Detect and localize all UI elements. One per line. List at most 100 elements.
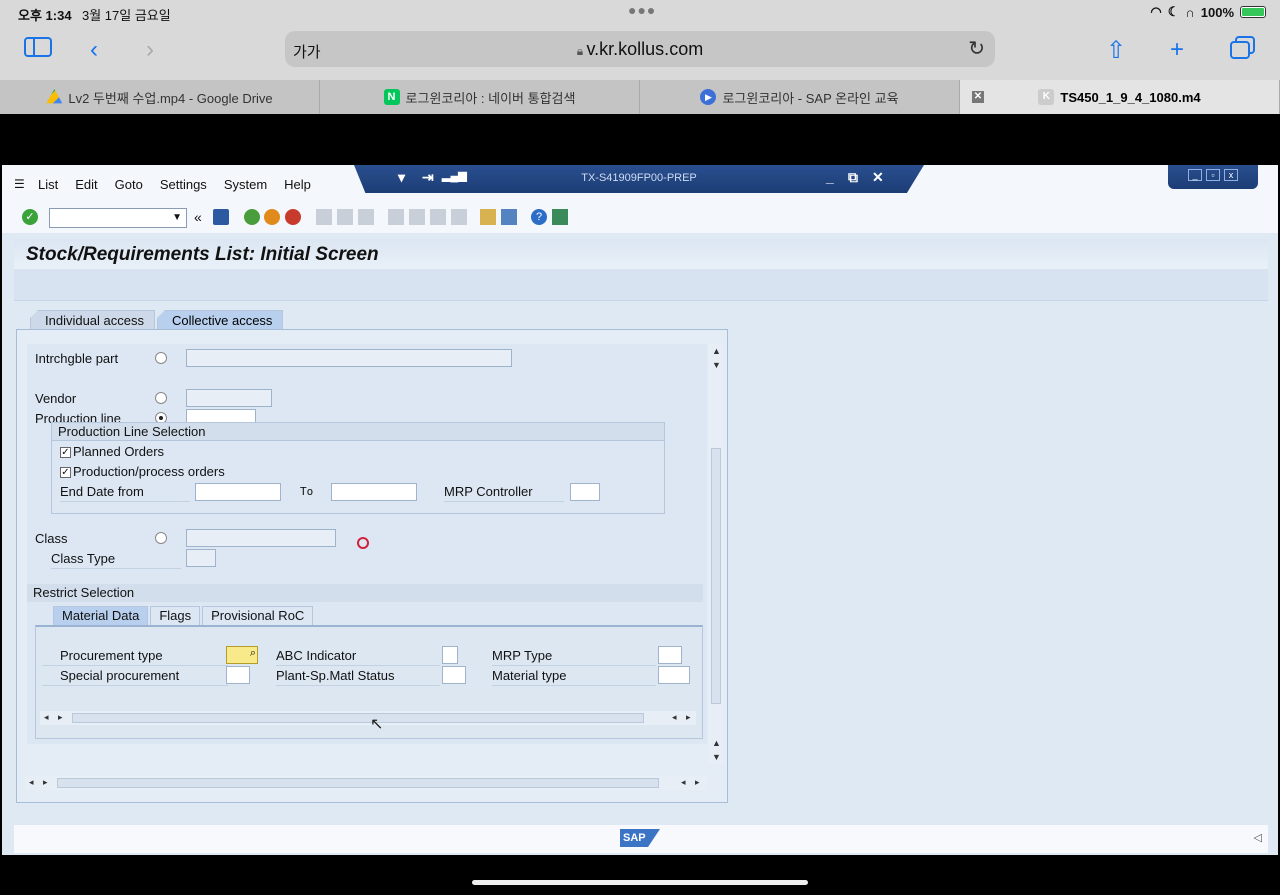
scroll-left-icon[interactable]: ◂ <box>44 712 49 723</box>
last-page-icon[interactable] <box>451 209 467 225</box>
window-close-icon[interactable]: x <box>1224 169 1238 181</box>
multitask-dots-icon[interactable]: ●●● <box>628 2 656 18</box>
home-indicator[interactable] <box>472 880 808 885</box>
restrict-selection: Restrict Selection Material Data Flags P… <box>27 584 705 744</box>
production-orders-checkbox[interactable]: ✓ <box>60 467 71 478</box>
reload-icon[interactable]: ↻ <box>968 36 985 61</box>
menu-settings[interactable]: Settings <box>160 177 207 192</box>
find-next-icon[interactable] <box>358 209 374 225</box>
abc-indicator-input[interactable] <box>442 646 458 664</box>
planned-orders-checkbox[interactable]: ✓ <box>60 447 71 458</box>
scroll-thumb[interactable] <box>57 778 659 788</box>
minimize-icon[interactable]: _ <box>826 169 834 185</box>
label-plant-sp-status: Plant-Sp.Matl Status <box>276 668 395 683</box>
class-type-input[interactable] <box>186 549 216 567</box>
radio-vendor[interactable] <box>155 392 167 404</box>
scroll-right-icon[interactable]: ▸ <box>58 712 63 723</box>
close-tab-icon[interactable]: ✕ <box>972 91 984 103</box>
vertical-scrollbar[interactable]: ▲ ▼ ▲ ▼ <box>709 344 723 764</box>
end-date-from-input[interactable] <box>195 483 281 501</box>
scroll-left-end-icon[interactable]: ◂ <box>681 777 686 788</box>
tab-individual-access[interactable]: Individual access <box>30 310 155 330</box>
restore-icon[interactable]: ⧉ <box>848 169 858 186</box>
new-tab-icon[interactable]: + <box>1170 36 1184 64</box>
menu-goto[interactable]: Goto <box>115 177 143 192</box>
end-date-to-input[interactable] <box>331 483 417 501</box>
scroll-thumb[interactable] <box>72 713 644 723</box>
vendor-input[interactable] <box>186 389 272 407</box>
browser-tab-video[interactable]: ✕ K TS450_1_9_4_1080.m4 <box>960 80 1280 114</box>
value-help-icon[interactable]: ⌕ <box>250 647 256 660</box>
menu-system[interactable]: System <box>224 177 267 192</box>
tab-title: 로그윈코리아 : 네이버 통합검색 <box>405 90 576 106</box>
close-icon[interactable]: ✕ <box>872 169 884 186</box>
outer-horizontal-scrollbar[interactable]: ◂ ▸ ◂ ▸ <box>25 776 707 790</box>
plant-sp-status-input[interactable] <box>442 666 466 684</box>
scroll-down-icon[interactable]: ▼ <box>712 360 721 370</box>
scroll-right-end-icon[interactable]: ▸ <box>686 712 691 723</box>
save-icon[interactable] <box>213 209 229 225</box>
tab-flags[interactable]: Flags <box>150 606 201 625</box>
material-type-input[interactable] <box>658 666 690 684</box>
collapse-icon[interactable]: « <box>194 209 210 225</box>
menu-list[interactable]: List <box>38 177 58 192</box>
back-icon[interactable]: ‹ <box>90 36 98 64</box>
menu-icon[interactable]: ☰ <box>14 177 25 191</box>
scroll-down-end-icon[interactable]: ▼ <box>712 752 721 762</box>
sap-status-bar: SAP ◁ <box>14 825 1268 853</box>
scroll-left-icon[interactable]: ◂ <box>29 777 34 788</box>
mrp-controller-input[interactable] <box>570 483 600 501</box>
radio-intrchgble-part[interactable] <box>155 352 167 364</box>
tab-material-data[interactable]: Material Data <box>53 606 149 625</box>
forward-icon[interactable]: › <box>146 36 154 64</box>
new-session-icon[interactable] <box>480 209 496 225</box>
address-bar[interactable]: 가가 🔒︎ v.kr.kollus.com ↻ <box>285 31 995 67</box>
class-input[interactable] <box>186 529 336 547</box>
safari-toolbar: ‹ › 가가 🔒︎ v.kr.kollus.com ↻ ⇧ + <box>0 26 1280 80</box>
share-icon[interactable]: ⇧ <box>1106 36 1126 65</box>
command-field[interactable]: ▼ <box>49 208 187 228</box>
mrp-type-input[interactable] <box>658 646 682 664</box>
sidebar-icon[interactable] <box>24 36 52 65</box>
mouse-pointer-icon: ↖ <box>370 716 384 733</box>
inner-horizontal-scrollbar[interactable]: ◂ ▸ ◂ ▸ <box>40 711 696 725</box>
cancel-icon[interactable] <box>285 209 301 225</box>
find-icon[interactable] <box>337 209 353 225</box>
back-nav-icon[interactable] <box>244 209 260 225</box>
status-expand-icon[interactable]: ◁ <box>1254 831 1262 844</box>
scroll-up-end-icon[interactable]: ▲ <box>712 738 721 748</box>
scroll-right-icon[interactable]: ▸ <box>43 777 48 788</box>
previous-page-icon[interactable] <box>409 209 425 225</box>
print-icon[interactable] <box>316 209 332 225</box>
tab-provisional-roc[interactable]: Provisional RoC <box>202 606 314 625</box>
special-procurement-input[interactable] <box>226 666 250 684</box>
layout-icon[interactable] <box>552 209 568 225</box>
scroll-up-icon[interactable]: ▲ <box>712 346 721 356</box>
radio-class[interactable] <box>155 532 167 544</box>
vertical-scroll-thumb[interactable] <box>711 448 721 704</box>
tab-collective-access[interactable]: Collective access <box>157 310 284 330</box>
label-planned-orders: Planned Orders <box>73 444 165 459</box>
intrchgble-part-input[interactable] <box>186 349 512 367</box>
browser-tab-naver[interactable]: N 로그윈코리아 : 네이버 통합검색 <box>320 80 640 114</box>
browser-tab-google-drive[interactable]: Lv2 두번째 수업.mp4 - Google Drive <box>0 80 320 114</box>
chevron-down-icon[interactable]: ▼ <box>172 212 182 223</box>
window-minimize-icon[interactable]: _ <box>1188 169 1202 181</box>
next-page-icon[interactable] <box>430 209 446 225</box>
window-maximize-icon[interactable]: ▫ <box>1206 169 1220 181</box>
label-intrchgble-part: Intrchgble part <box>35 351 119 366</box>
scroll-right-end-icon[interactable]: ▸ <box>695 777 700 788</box>
scroll-left-end-icon[interactable]: ◂ <box>672 712 677 723</box>
exit-icon[interactable] <box>264 209 280 225</box>
enter-check-icon[interactable]: ✓ <box>22 209 38 225</box>
tabs-overview-icon[interactable] <box>1230 36 1256 67</box>
procurement-type-input[interactable]: ⌕ <box>226 646 258 664</box>
browser-tab-sap-course[interactable]: ▶ 로그윈코리아 - SAP 온라인 교육 <box>640 80 960 114</box>
menu-edit[interactable]: Edit <box>75 177 97 192</box>
menu-help[interactable]: Help <box>284 177 311 192</box>
sap-window: ☰ List Edit Goto Settings System Help ▾ … <box>2 165 1278 855</box>
first-page-icon[interactable] <box>388 209 404 225</box>
help-icon[interactable]: ? <box>531 209 547 225</box>
shortcut-icon[interactable] <box>501 209 517 225</box>
label-to: To <box>300 485 314 498</box>
